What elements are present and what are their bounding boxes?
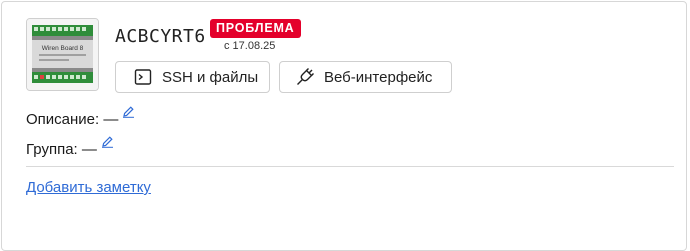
- device-thumbnail: Wiren Board 8: [26, 18, 99, 91]
- web-interface-button[interactable]: Веб-интерфейс: [279, 61, 452, 93]
- ssh-files-label: SSH и файлы: [162, 68, 259, 86]
- ssh-files-button[interactable]: SSH и файлы: [115, 61, 270, 93]
- status-badge: ПРОБЛЕМА: [210, 19, 301, 38]
- add-note-link[interactable]: Добавить заметку: [26, 179, 151, 196]
- status-date: с 17.08.25: [224, 40, 276, 52]
- web-interface-label: Веб-интерфейс: [324, 68, 433, 86]
- terminal-icon: [134, 68, 152, 86]
- device-image: Wiren Board 8: [27, 19, 98, 90]
- divider: [26, 166, 674, 167]
- group-label: Группа: —: [26, 141, 97, 158]
- description-field: Описание: —: [26, 106, 135, 128]
- plug-icon: [296, 68, 314, 86]
- thumbnail-label: Wiren Board 8: [42, 45, 84, 52]
- edit-group-icon[interactable]: [101, 135, 114, 148]
- description-label: Описание: —: [26, 111, 119, 128]
- group-field: Группа: —: [26, 136, 114, 158]
- device-name: ACBCYRT6: [115, 26, 206, 47]
- edit-description-icon[interactable]: [122, 105, 135, 118]
- device-card: Wiren Board 8 ACBCYRT6 ПРОБЛЕМА с 17.08.…: [1, 1, 687, 251]
